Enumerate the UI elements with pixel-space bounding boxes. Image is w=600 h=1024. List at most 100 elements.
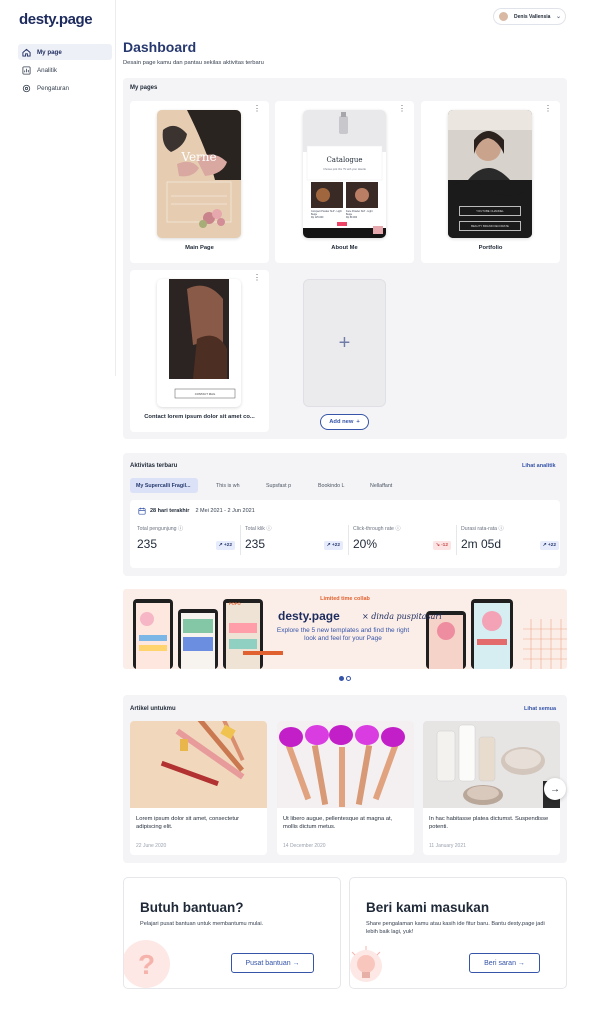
banner-partner: × dinda puspitasari <box>362 612 442 621</box>
stat-label: Click-through rate <box>353 526 394 532</box>
add-new-button[interactable]: Add new + <box>320 414 369 430</box>
tab-page-2[interactable]: This is wh <box>210 478 246 493</box>
user-name: Denis Vallensia <box>514 13 551 20</box>
sidebar-item-label: Pengaturan <box>37 84 69 92</box>
page-card-portfolio[interactable]: ⋮ YOUTUBE CHANNEL BEAUTY BRAND DECORATE … <box>421 101 560 263</box>
arrow-right-icon: → <box>550 783 560 795</box>
article-image <box>423 721 560 808</box>
divider <box>456 525 457 555</box>
help-card: ? Butuh bantuan? Pelajari pusat bantuan … <box>123 877 341 989</box>
product-price: Rp 125.000 <box>311 216 324 219</box>
stat-delta-badge: ↗ +22 <box>215 541 235 550</box>
info-icon: ⓘ <box>395 526 401 532</box>
divider <box>348 525 349 555</box>
help-center-button[interactable]: Pusat bantuan → <box>231 953 314 973</box>
page-card-label: Contact lorem ipsum dolor sit amet co... <box>144 414 255 420</box>
divider <box>240 525 241 555</box>
date-range[interactable]: 28 hari terakhir 2 Mei 2021 - 2 Jun 2021 <box>138 507 255 515</box>
article-card[interactable]: In hac habitasse platea dictumst. Suspen… <box>423 721 560 855</box>
article-card[interactable]: Ut libero augue, pellentesque at magna a… <box>277 721 414 855</box>
carousel-next-button[interactable]: → <box>544 778 566 800</box>
logo[interactable]: desty.page <box>19 11 93 28</box>
banner-message: Explore the 5 new templates and find the… <box>276 627 410 642</box>
sidebar-item-label: Analitik <box>37 66 57 74</box>
info-icon: ⓘ <box>498 526 504 532</box>
page-card-label: About Me <box>331 245 358 251</box>
bar-chart-icon <box>22 65 31 75</box>
phone-preview-main <box>157 110 241 238</box>
banner-brand: desty.page <box>278 609 340 623</box>
article-title: In hac habitasse platea dictumst. Suspen… <box>429 816 549 830</box>
tab-page-1[interactable]: My Supercalli Fragil... <box>130 478 198 493</box>
phone-subtitle: Choose pick this ?S with your dawzle <box>323 168 366 171</box>
page-card-main[interactable]: ⋮ Verne Main Page <box>130 101 269 263</box>
carousel-dot-active[interactable] <box>339 676 344 681</box>
add-new-label: Add new <box>329 419 354 425</box>
feedback-card: Beri kami masukan Share pengalaman kamu … <box>349 877 567 989</box>
stat-label: Total klik <box>245 526 265 532</box>
page-thumbnail: YOUTUBE CHANNEL BEAUTY BRAND DECORATE <box>448 110 532 238</box>
stat-clicks: Total klik ⓘ 235 ↗ +22 <box>245 525 345 555</box>
tab-page-4[interactable]: Bookindo L <box>312 478 351 493</box>
stat-delta-badge: ↗ +22 <box>539 541 559 550</box>
more-options-icon[interactable]: ⋮ <box>253 274 261 282</box>
question-mark-illustration: ? <box>124 940 170 988</box>
phone-preview-portfolio <box>448 110 532 238</box>
plus-icon: + <box>356 419 360 425</box>
help-title: Butuh bantuan? <box>140 900 244 915</box>
help-text: Pelajari pusat bantuan untuk membantumu … <box>140 921 264 927</box>
stat-value: 2m 05d <box>461 537 502 551</box>
date-range-dates: 2 Mei 2021 - 2 Jun 2021 <box>195 508 255 514</box>
user-menu[interactable]: Denis Vallensia ⌄ <box>493 8 566 25</box>
page-card-label: Portfolio <box>478 245 503 251</box>
more-options-icon[interactable]: ⋮ <box>544 105 552 113</box>
sidebar: desty.page My page Analitik Pengaturan <box>0 0 116 376</box>
more-options-icon[interactable]: ⋮ <box>398 105 406 113</box>
contact-mail-button: CONTACT MAIL <box>194 391 216 396</box>
stat-visitors: Total pengunjung ⓘ 235 ↗ +22 <box>137 525 237 555</box>
sidebar-item-my-page[interactable]: My page <box>18 44 112 60</box>
view-all-link[interactable]: Lihat semua <box>524 706 556 712</box>
more-options-icon[interactable]: ⋮ <box>253 105 261 113</box>
phone-title: ARES FITNESS <box>161 285 171 369</box>
home-icon <box>22 48 31 57</box>
stat-value: 235 <box>245 537 266 551</box>
stat-duration: Durasi rata-rata ⓘ 2m 05d ↗ +22 <box>461 525 561 555</box>
gear-icon <box>22 84 31 92</box>
stat-delta-badge: ↘ -12 <box>432 541 451 550</box>
stats-card: 28 hari terakhir 2 Mei 2021 - 2 Jun 2021… <box>130 500 560 568</box>
info-icon: ⓘ <box>266 526 272 532</box>
article-card[interactable]: Lorem ipsum dolor sit amet, consectetur … <box>130 721 267 855</box>
stat-value: 20% <box>353 537 378 551</box>
article-date: 11 January 2021 <box>429 843 466 849</box>
articles-title: Artikel untukmu <box>130 706 176 712</box>
page-subtitle: Desain page kamu dan pantau sekilas akti… <box>123 60 264 66</box>
avatar <box>498 11 509 22</box>
feedback-button[interactable]: Beri saran → <box>469 953 540 973</box>
lightbulb-illustration <box>350 946 382 982</box>
tab-page-5[interactable]: Nellaffant <box>364 478 398 493</box>
my-pages-title: My pages <box>130 85 158 91</box>
promo-banner[interactable]: POPO Limited time collab desty.page × di… <box>123 589 567 669</box>
sidebar-item-analitik[interactable]: Analitik <box>18 62 112 78</box>
article-date: 14 December 2020 <box>283 843 326 849</box>
carousel-dot[interactable] <box>346 676 351 681</box>
page-card-about[interactable]: ⋮ Catalogue Choose pick this ?S with you… <box>275 101 414 263</box>
stat-ctr: Click-through rate ⓘ 20% ↘ -12 <box>353 525 453 555</box>
phone-title: Verne <box>181 150 217 164</box>
view-analytics-link[interactable]: Lihat analitik <box>522 463 556 469</box>
youtube-channel-button: YOUTUBE CHANNEL <box>459 206 521 216</box>
tab-page-3[interactable]: Supsfast p <box>260 478 297 493</box>
phone-title: Catalogue <box>326 156 363 164</box>
sidebar-item-pengaturan[interactable]: Pengaturan <box>18 80 112 96</box>
date-range-label: 28 hari terakhir <box>150 508 190 514</box>
add-page-placeholder[interactable]: + <box>303 279 386 407</box>
page-card-label: Main Page <box>185 245 214 251</box>
stat-label: Total pengunjung <box>137 526 177 532</box>
activity-title: Aktivitas terbaru <box>130 463 178 469</box>
page-thumbnail: ARES FITNESS CONTACT MAIL <box>157 279 241 407</box>
beauty-brand-button: BEAUTY BRAND DECORATE <box>459 221 521 231</box>
page-card-contact[interactable]: ⋮ ARES FITNESS CONTACT MAIL Contact lore… <box>130 270 269 432</box>
calendar-icon <box>138 507 146 515</box>
page-title: Dashboard <box>123 39 197 55</box>
